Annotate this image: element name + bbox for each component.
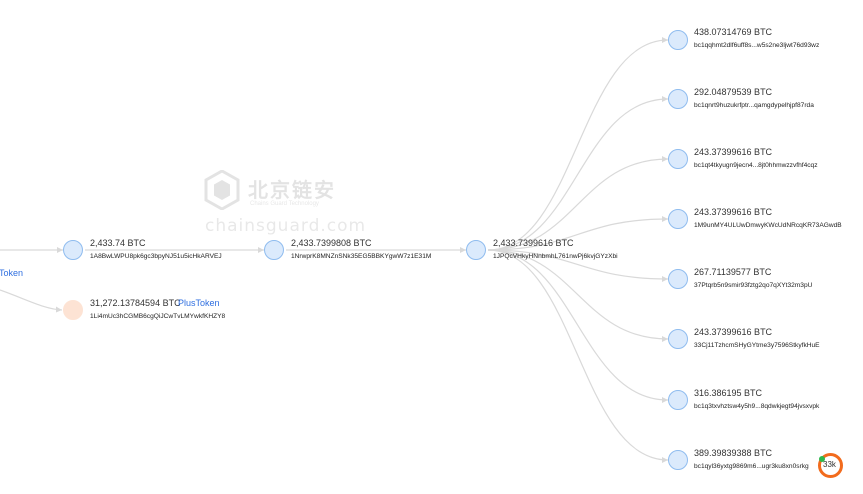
output-node-4-address[interactable]: 1M9unMY4ULUwDmwyKWcUdNRcqKR73AGwdB xyxy=(694,222,842,229)
output-node-2-amount: 292.04879539 BTC xyxy=(694,87,773,97)
output-node-6-amount: 243.37399616 BTC xyxy=(694,327,773,337)
output-node-4-amount: 243.37399616 BTC xyxy=(694,207,773,217)
chain-node-1-address[interactable]: 1A8BwLWPU8pk6gc3bpyNJ51u5icHkARVEJ xyxy=(90,253,222,260)
plustoken-node[interactable] xyxy=(63,300,83,320)
output-node-5[interactable] xyxy=(668,269,688,289)
plustoken-tag[interactable]: PlusToken xyxy=(178,298,220,308)
output-node-5-amount: 267.71139577 BTC xyxy=(694,267,772,277)
chain-node-3-amount: 2,433.7399616 BTC xyxy=(493,238,574,248)
output-node-2-address[interactable]: bc1qnrt9huzukrfptr...qamgdypelhjpf87rda xyxy=(694,102,814,109)
output-node-7-address[interactable]: bc1q3txvhztsw4y5h9...8qdwkjegt94jvsxvpk xyxy=(694,403,819,410)
output-node-5-address[interactable]: 37Ptqrb5n9smir93fztg2qo7qXYt32m3pU xyxy=(694,282,812,289)
chain-node-2[interactable] xyxy=(264,240,284,260)
output-node-2[interactable] xyxy=(668,89,688,109)
chain-node-2-amount: 2,433.7399808 BTC xyxy=(291,238,372,248)
edge-to-output-8 xyxy=(487,249,669,461)
plustoken-node-amount: 31,272.13784594 BTC xyxy=(90,298,181,308)
output-node-1[interactable] xyxy=(668,30,688,50)
output-node-8-address[interactable]: bc1qyl36yxtg9869m6...ugr3ku8xn0srkg xyxy=(694,463,809,470)
chain-node-2-address[interactable]: 1NrwprK8MNZnSNk35EG5BBKYgwW7z1E31M xyxy=(291,253,431,260)
output-node-6[interactable] xyxy=(668,329,688,349)
chain-node-3[interactable] xyxy=(466,240,486,260)
plustoken-node-address[interactable]: 1Li4mUc3hCGMB6cgQiJCwTvLMYwkfKHZY8 xyxy=(90,313,225,320)
chain-node-3-address[interactable]: 1JPQcVHkyHNnbmhL761nwPj6kvjGYzXbi xyxy=(493,253,618,260)
output-node-3-amount: 243.37399616 BTC xyxy=(694,147,773,157)
output-node-3-address[interactable]: bc1qt4tkyugn9jecn4...8jt0hhmwzzvfhf4cqz xyxy=(694,162,818,169)
output-node-3[interactable] xyxy=(668,149,688,169)
output-node-7[interactable] xyxy=(668,390,688,410)
floating-count-badge[interactable]: 33k xyxy=(818,453,843,478)
badge-count: 33k xyxy=(823,460,836,469)
chain-node-1[interactable] xyxy=(63,240,83,260)
edge-to-output-7 xyxy=(487,249,669,401)
output-node-8-amount: 389.39839388 BTC xyxy=(694,448,773,458)
edge-to-output-3 xyxy=(487,158,669,251)
output-node-1-address[interactable]: bc1qqhmt2dlf6uff8s...w5s2ne3ljwt76d93wz xyxy=(694,42,819,49)
output-node-6-address[interactable]: 33Cj11TzhcmSHyGYtme3y7596StkyfkHuE xyxy=(694,342,820,349)
edge-to-output-1 xyxy=(487,39,669,251)
output-node-8[interactable] xyxy=(668,450,688,470)
output-node-4[interactable] xyxy=(668,209,688,229)
edge-to-output-2 xyxy=(487,98,669,251)
chain-node-1-amount: 2,433.74 BTC xyxy=(90,238,146,248)
output-node-7-amount: 316.386195 BTC xyxy=(694,388,763,398)
left-token-tag[interactable]: Token xyxy=(0,268,23,278)
edge-left-to-plus-node xyxy=(0,289,63,311)
output-node-1-amount: 438.07314769 BTC xyxy=(694,27,773,37)
